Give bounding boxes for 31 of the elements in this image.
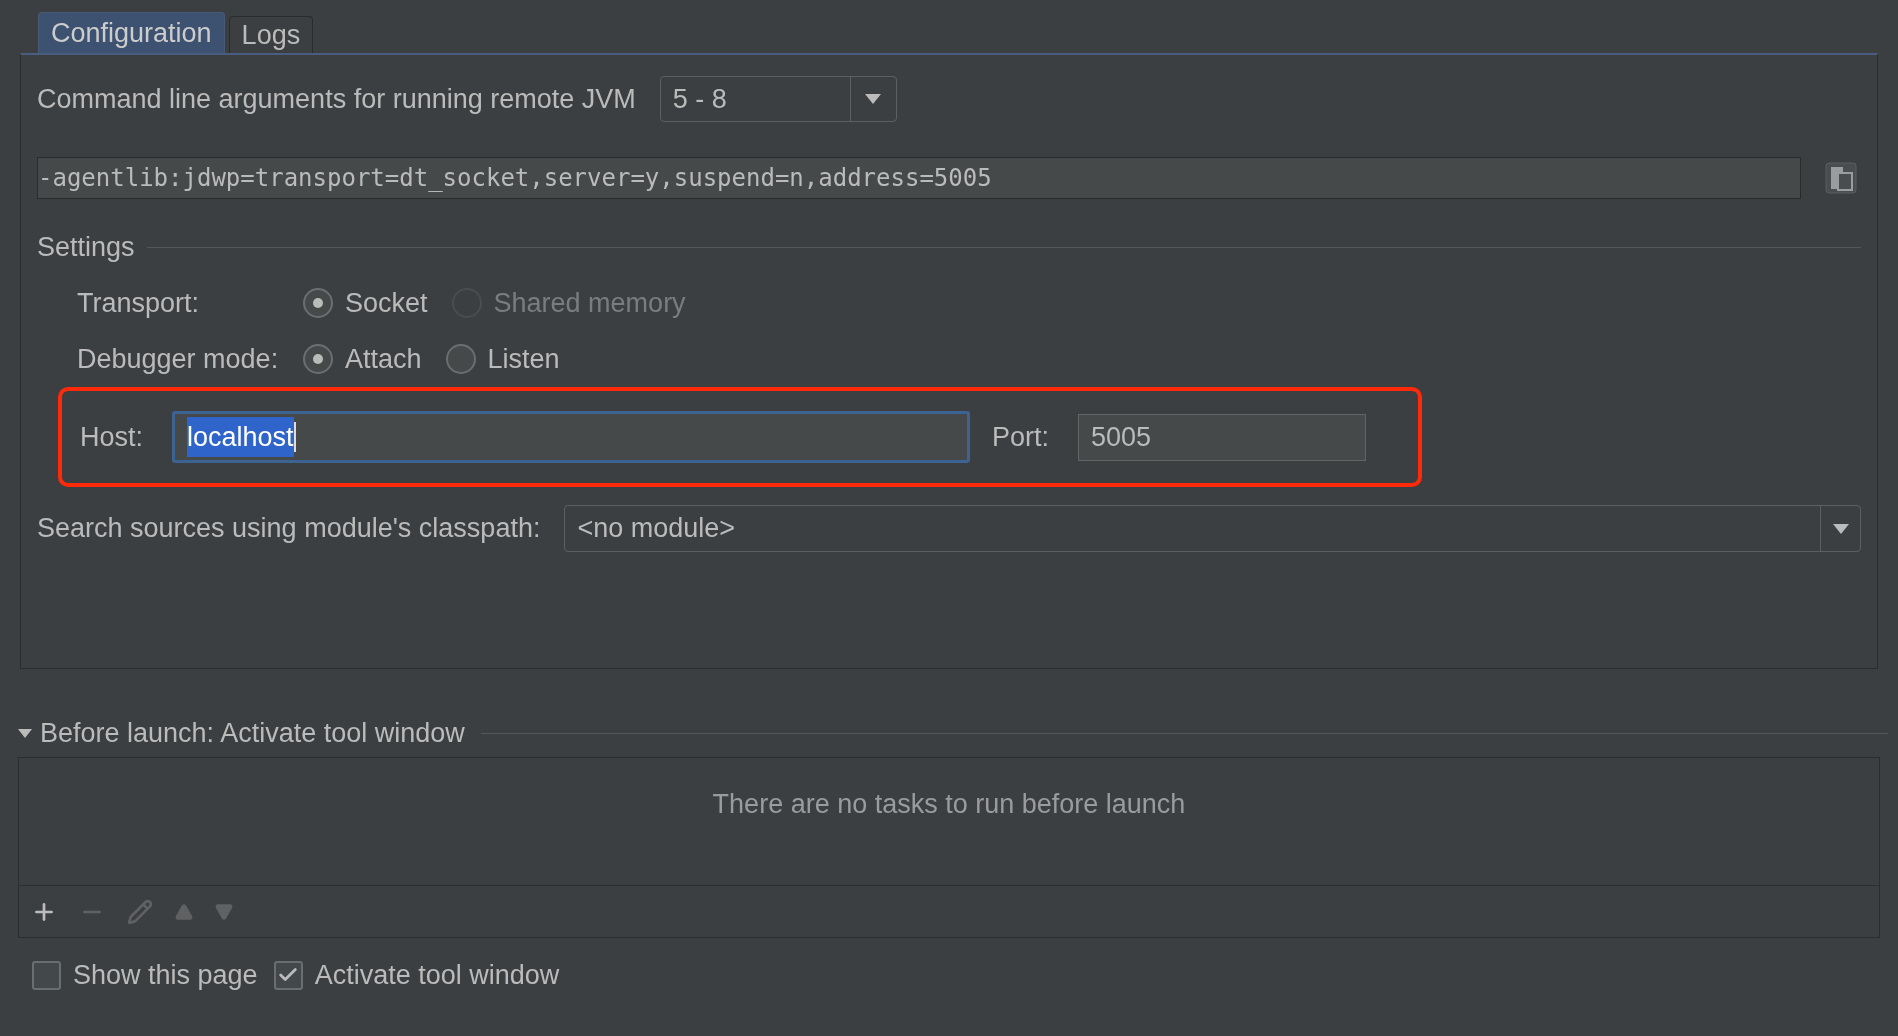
radio-label: Socket (345, 286, 428, 320)
module-dropdown[interactable]: <no module> (564, 505, 1861, 552)
radio-button[interactable] (303, 344, 333, 374)
command-line-field[interactable]: -agentlib:jdwp=transport=dt_socket,server=y,suspend=n,address=5005 (37, 157, 1801, 199)
host-field[interactable]: localhost (172, 411, 970, 463)
tab[interactable]: Configuration (38, 12, 225, 53)
port-field[interactable]: 5005 (1078, 413, 1366, 461)
field-label: Search sources using module's classpath: (37, 512, 541, 546)
empty-message: There are no tasks to run before launch (712, 788, 1186, 821)
radio-label: Shared memory (493, 286, 686, 320)
version-dropdown[interactable]: 5 - 8 (659, 76, 897, 122)
field-label: Command line arguments for running remote JVM (37, 82, 636, 116)
radio-label: Listen (487, 342, 560, 376)
field-label: Host: (80, 420, 145, 454)
field-label: Transport: (77, 286, 201, 320)
tab[interactable]: Logs (228, 16, 314, 53)
copy-icon[interactable] (1825, 162, 1857, 194)
checkbox-label: Show this page (73, 958, 258, 992)
dropdown-arrow-icon (865, 94, 882, 104)
collapse-triangle-icon[interactable] (18, 728, 32, 738)
checkbox[interactable] (32, 960, 61, 990)
checkbox-label: Activate tool window (314, 958, 560, 992)
section-title: Settings (37, 230, 135, 264)
radio-label: Attach (345, 342, 422, 376)
checkbox[interactable] (273, 960, 303, 990)
radio-button[interactable] (445, 344, 476, 374)
field-label: Debugger mode: (77, 342, 280, 376)
field-label: Port: (992, 420, 1051, 454)
section-title: Before launch: Activate tool window (40, 716, 465, 750)
dropdown-arrow-icon (1832, 523, 1849, 534)
radio-button[interactable] (303, 288, 333, 318)
